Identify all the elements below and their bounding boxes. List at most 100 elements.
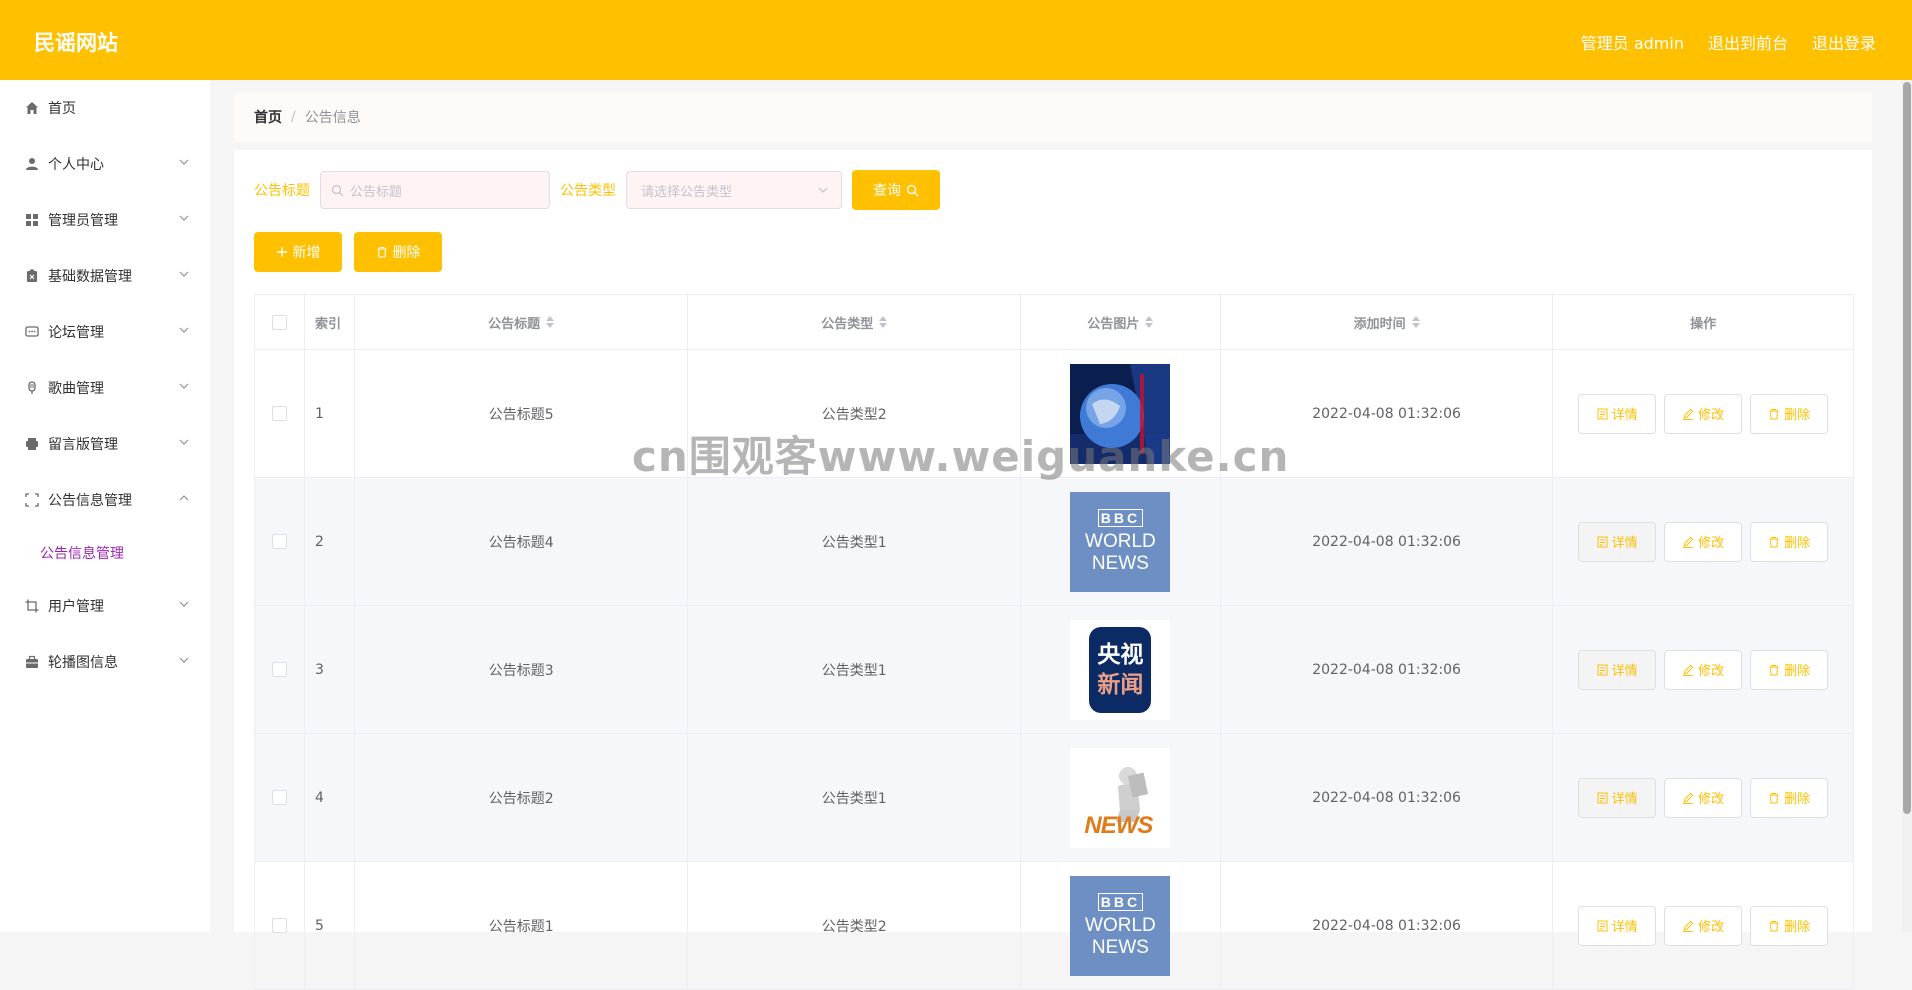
detail-button[interactable]: 详情 bbox=[1578, 777, 1657, 818]
printer-icon bbox=[24, 436, 40, 452]
query-button[interactable]: 查询 bbox=[852, 170, 940, 210]
sidebar-item-label: 管理员管理 bbox=[48, 213, 118, 229]
detail-button[interactable]: 详情 bbox=[1578, 521, 1657, 562]
crop-icon bbox=[24, 598, 40, 614]
sidebar-subitem-notices[interactable]: 公告信息管理 bbox=[0, 528, 210, 578]
row-checkbox[interactable] bbox=[271, 406, 287, 421]
main-content: 首页 / 公告信息 公告标题 公告标题 公告类型 请选择公告类型 查询 新增 删… bbox=[210, 80, 1902, 990]
row-checkbox[interactable] bbox=[271, 790, 287, 805]
header-time[interactable]: 添加时间 bbox=[1221, 295, 1554, 349]
sidebar-item-forum[interactable]: 论坛管理 bbox=[0, 304, 210, 360]
scrollbar-thumb[interactable] bbox=[1903, 82, 1911, 814]
site-logo: 民谣网站 bbox=[34, 31, 118, 55]
sidebar-item-personal[interactable]: 个人中心 bbox=[0, 136, 210, 192]
query-button-label: 查询 bbox=[873, 183, 901, 199]
news-figure-image[interactable]: NEWS bbox=[1070, 747, 1171, 848]
sidebar-item-notices[interactable]: 公告信息管理 bbox=[0, 472, 210, 528]
header-title[interactable]: 公告标题 bbox=[355, 295, 689, 349]
row-time: 2022-04-08 01:32:06 bbox=[1221, 350, 1554, 477]
sidebar-item-basedata[interactable]: 基础数据管理 bbox=[0, 248, 210, 304]
row-select-cell bbox=[255, 350, 305, 477]
delete-button[interactable]: 删除 bbox=[1750, 777, 1829, 818]
row-ops: 详情 修改 删除 bbox=[1553, 350, 1853, 477]
notice-table: 索引 公告标题 公告类型 公告图片 添加时间 操作 1 公告标题5 公告类型2 bbox=[254, 294, 1854, 990]
sort-icon[interactable] bbox=[879, 316, 888, 328]
globe-news-image[interactable] bbox=[1070, 363, 1171, 464]
row-time: 2022-04-08 01:32:06 bbox=[1221, 734, 1554, 861]
delete-button[interactable]: 删除 bbox=[1750, 393, 1829, 434]
row-checkbox[interactable] bbox=[271, 662, 287, 677]
row-type: 公告类型2 bbox=[688, 862, 1022, 989]
table-row: 1 公告标题5 公告类型2 2022-04-08 01:32:06 详情 修改 … bbox=[255, 350, 1853, 478]
select-all-cell bbox=[255, 295, 305, 349]
breadcrumb-home[interactable]: 首页 bbox=[254, 107, 282, 127]
cctv-news-image[interactable]: 央视 新闻 bbox=[1070, 619, 1171, 720]
type-select[interactable]: 请选择公告类型 bbox=[626, 171, 842, 209]
row-checkbox[interactable] bbox=[271, 534, 287, 549]
sidebar-item-messages[interactable]: 留言版管理 bbox=[0, 416, 210, 472]
header-ops: 操作 bbox=[1690, 316, 1717, 332]
batch-delete-button[interactable]: 删除 bbox=[354, 232, 442, 272]
bbc-world-news-image[interactable]: BBC WORLD NEWS bbox=[1070, 491, 1171, 592]
header-image[interactable]: 公告图片 bbox=[1021, 295, 1221, 349]
edit-button[interactable]: 修改 bbox=[1664, 521, 1743, 562]
logout-link[interactable]: 退出登录 bbox=[1812, 30, 1876, 54]
edit-button[interactable]: 修改 bbox=[1664, 905, 1743, 946]
row-image-cell bbox=[1021, 350, 1221, 477]
detail-button[interactable]: 详情 bbox=[1578, 905, 1657, 946]
edit-label: 修改 bbox=[1698, 664, 1725, 679]
add-button[interactable]: 新增 bbox=[254, 232, 342, 272]
detail-label: 详情 bbox=[1611, 792, 1638, 807]
detail-button[interactable]: 详情 bbox=[1578, 649, 1657, 690]
cctv-top-text: 央视 bbox=[1097, 641, 1144, 668]
sort-icon[interactable] bbox=[546, 316, 555, 328]
sidebar-item-label: 用户管理 bbox=[48, 599, 104, 615]
detail-label: 详情 bbox=[1611, 536, 1638, 551]
bbc-world-news-image[interactable]: BBC WORLD NEWS bbox=[1070, 875, 1171, 976]
sidebar-item-carousel[interactable]: 轮播图信息 bbox=[0, 634, 210, 690]
cctv-bottom-text: 新闻 bbox=[1097, 671, 1144, 698]
sidebar-item-admins[interactable]: 管理员管理 bbox=[0, 192, 210, 248]
detail-label: 详情 bbox=[1611, 408, 1638, 423]
type-filter-label: 公告类型 bbox=[560, 183, 616, 199]
sidebar-item-songs[interactable]: 歌曲管理 bbox=[0, 360, 210, 416]
sort-icon[interactable] bbox=[1145, 316, 1154, 328]
sidebar-item-home[interactable]: 首页 bbox=[0, 80, 210, 136]
title-search-input[interactable]: 公告标题 bbox=[320, 171, 550, 209]
row-type: 公告类型2 bbox=[688, 350, 1022, 477]
edit-button[interactable]: 修改 bbox=[1664, 393, 1743, 434]
delete-label: 删除 bbox=[1784, 536, 1811, 551]
select-all-checkbox[interactable] bbox=[271, 314, 287, 330]
exit-to-front-link[interactable]: 退出到前台 bbox=[1708, 30, 1788, 54]
edit-icon bbox=[1683, 920, 1694, 932]
row-type: 公告类型1 bbox=[688, 478, 1022, 605]
detail-button[interactable]: 详情 bbox=[1578, 393, 1657, 434]
header-index: 索引 bbox=[305, 295, 355, 349]
bbc-logo: BBC bbox=[1097, 508, 1144, 527]
title-filter-label: 公告标题 bbox=[254, 183, 310, 199]
title-search-placeholder: 公告标题 bbox=[350, 184, 403, 200]
delete-button[interactable]: 删除 bbox=[1750, 649, 1829, 690]
document-icon bbox=[1597, 792, 1608, 803]
header-type[interactable]: 公告类型 bbox=[688, 295, 1022, 349]
plus-icon bbox=[276, 247, 287, 257]
admin-user-label: 管理员 admin bbox=[1580, 34, 1684, 53]
sort-icon[interactable] bbox=[1411, 316, 1420, 328]
trash-icon bbox=[377, 246, 386, 258]
row-image-cell: 央视 新闻 bbox=[1021, 606, 1221, 733]
breadcrumb: 首页 / 公告信息 bbox=[234, 92, 1872, 142]
sidebar-item-users[interactable]: 用户管理 bbox=[0, 578, 210, 634]
sidebar: 首页 个人中心 管理员管理 基础数据管理 论坛管理 歌曲管理 留言版管理 公告信… bbox=[0, 80, 210, 932]
breadcrumb-current: 公告信息 bbox=[304, 110, 361, 126]
chevron-down-icon bbox=[179, 271, 189, 277]
table-row: 4 公告标题2 公告类型1 NEWS 2022-04-08 01:32:06 详… bbox=[255, 734, 1853, 862]
bbc-news-text: NEWS bbox=[1091, 936, 1149, 958]
delete-button[interactable]: 删除 bbox=[1750, 521, 1829, 562]
header-image-label: 公告图片 bbox=[1087, 316, 1140, 332]
document-icon bbox=[1597, 664, 1608, 675]
delete-button[interactable]: 删除 bbox=[1750, 905, 1829, 946]
edit-button[interactable]: 修改 bbox=[1664, 777, 1743, 818]
edit-button[interactable]: 修改 bbox=[1664, 649, 1743, 690]
row-type: 公告类型1 bbox=[688, 606, 1022, 733]
row-checkbox[interactable] bbox=[271, 918, 287, 933]
